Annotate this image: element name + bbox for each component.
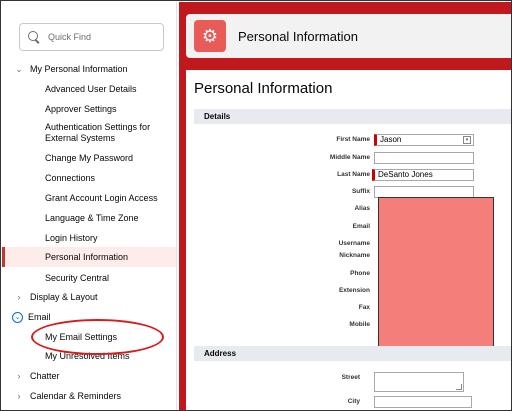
sidebar-item-security-central[interactable]: Security Central	[2, 271, 176, 285]
sidebar-item-label: Login History	[45, 233, 98, 243]
username-label: Username	[338, 240, 370, 247]
sidebar-item-label: Connections	[45, 173, 96, 183]
extension-label: Extension	[338, 287, 370, 294]
sidebar-item-my-email-settings[interactable]: My Email Settings	[2, 330, 176, 344]
sidebar-item-label: Grant Account Login Access	[45, 193, 158, 203]
sidebar-item-label: Change My Password	[45, 153, 134, 163]
sidebar-item-authentication-settings[interactable]: Authentication Settings for External Sys…	[2, 122, 176, 146]
sidebar-section-display-layout[interactable]: › Display & Layout	[2, 290, 176, 304]
city-label: City	[347, 398, 360, 405]
sidebar-section-email[interactable]: ⌄ Email	[2, 310, 176, 324]
sidebar-section-calendar-reminders[interactable]: › Calendar & Reminders	[2, 389, 176, 403]
sidebar-item-personal-information[interactable]: Personal Information	[2, 247, 176, 267]
sidebar-section-label: Chatter	[30, 371, 60, 381]
first-name-field[interactable]: Jason ▾	[374, 134, 474, 146]
email-label: Email	[352, 223, 370, 230]
sidebar-item-label: Language & Time Zone	[45, 213, 139, 223]
sidebar-item-grant-account-login-access[interactable]: Grant Account Login Access	[2, 191, 176, 205]
sidebar-section-chatter[interactable]: › Chatter	[2, 369, 176, 383]
sidebar-item-my-unresolved-items[interactable]: My Unresolved Items	[2, 349, 176, 363]
last-name-value: DeSanto Jones	[378, 170, 433, 179]
last-name-label: Last Name	[337, 171, 370, 178]
sidebar-item-label: Security Central	[45, 273, 110, 283]
sidebar-item-change-my-password[interactable]: Change My Password	[2, 151, 176, 165]
quick-find-input[interactable]	[48, 32, 148, 42]
chevron-right-icon: ›	[17, 292, 21, 302]
sidebar-item-language-time-zone[interactable]: Language & Time Zone	[2, 211, 176, 225]
middle-name-label: Middle Name	[329, 154, 370, 161]
first-name-label: First Name	[336, 136, 370, 143]
page-header-title: Personal Information	[238, 28, 358, 44]
mobile-label: Mobile	[349, 321, 370, 328]
page-header: ⚙ Personal Information	[186, 14, 511, 58]
sidebar-section-label: Display & Layout	[30, 292, 98, 302]
picklist-icon[interactable]: ▾	[463, 136, 471, 144]
redacted-block	[378, 197, 494, 348]
alias-label: Alias	[354, 205, 370, 212]
sidebar-item-connections[interactable]: Connections	[2, 171, 176, 185]
sidebar-item-label: Advanced User Details	[45, 84, 137, 94]
sidebar-item-advanced-user-details[interactable]: Advanced User Details	[2, 82, 176, 96]
city-field[interactable]	[374, 396, 472, 408]
chevron-down-icon: ⌄	[12, 311, 23, 323]
personal-info-panel: Personal Information Details First Name …	[186, 70, 511, 410]
setup-sidebar: ⌄ My Personal Information Advanced User …	[2, 2, 177, 410]
nickname-label: Nickname	[339, 252, 370, 259]
sidebar-item-label: My Unresolved Items	[45, 351, 130, 361]
search-icon	[28, 31, 40, 43]
sidebar-section-my-personal-information[interactable]: ⌄ My Personal Information	[2, 62, 176, 76]
sidebar-item-label: Personal Information	[45, 252, 129, 262]
sidebar-item-label: Authentication Settings for External Sys…	[45, 122, 151, 143]
address-section-header: Address	[194, 346, 511, 361]
last-name-field[interactable]: DeSanto Jones	[372, 169, 474, 181]
quick-find-box[interactable]	[19, 23, 164, 51]
fax-label: Fax	[358, 304, 370, 311]
page-title: Personal Information	[194, 80, 333, 97]
chevron-right-icon: ›	[17, 391, 21, 401]
sidebar-section-label: Calendar & Reminders	[30, 391, 122, 401]
phone-label: Phone	[350, 270, 370, 277]
sidebar-item-approver-settings[interactable]: Approver Settings	[2, 102, 176, 116]
chevron-down-icon: ⌄	[15, 63, 23, 74]
sidebar-item-label: My Email Settings	[45, 332, 118, 342]
sidebar-item-label: Approver Settings	[45, 104, 117, 114]
sidebar-item-login-history[interactable]: Login History	[2, 231, 176, 245]
first-name-value: Jason	[380, 135, 402, 144]
details-section-header: Details	[194, 109, 511, 124]
gear-icon: ⚙	[194, 20, 226, 52]
sidebar-section-label: My Personal Information	[30, 64, 128, 74]
app-frame: ⌄ My Personal Information Advanced User …	[0, 0, 512, 411]
sidebar-section-label: Email	[28, 312, 51, 322]
chevron-right-icon: ›	[17, 371, 21, 381]
street-textarea[interactable]	[374, 372, 464, 392]
suffix-label: Suffix	[351, 188, 370, 195]
middle-name-field[interactable]	[374, 152, 474, 164]
content-area: ⚙ Personal Information Personal Informat…	[179, 2, 511, 410]
street-label: Street	[341, 374, 360, 381]
